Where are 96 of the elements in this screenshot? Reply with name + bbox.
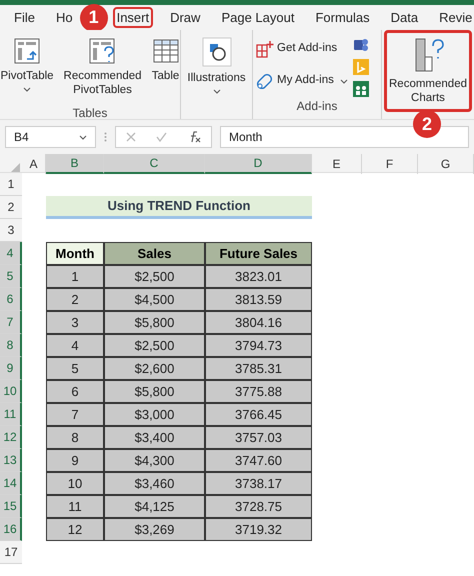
table-cell: $4,300: [104, 449, 205, 472]
add-ins-button[interactable]: Get Add-ins: [255, 36, 349, 62]
column-header[interactable]: D: [205, 154, 312, 174]
diagram-app-icon[interactable]: [352, 37, 369, 53]
row-header[interactable]: 14: [0, 472, 22, 495]
table-cell: 3: [46, 311, 104, 334]
table-cell: 11: [46, 495, 104, 518]
ribbon-tab[interactable]: Insert: [112, 7, 154, 28]
table-cell: 9: [46, 449, 104, 472]
ribbon-tab[interactable]: Revie: [435, 7, 474, 28]
row-header[interactable]: 8: [0, 334, 22, 357]
dropdown-caret-icon: [212, 89, 220, 94]
ribbon-tab[interactable]: File: [10, 7, 39, 28]
table-cell: 3738.17: [205, 472, 312, 495]
row-header[interactable]: 16: [0, 518, 22, 541]
table-header-cell: Future Sales: [205, 242, 312, 265]
row-header[interactable]: 13: [0, 449, 22, 472]
add-ins-button[interactable]: My Add-ins: [255, 68, 349, 94]
table-cell: 12: [46, 518, 104, 541]
column-header[interactable]: E: [312, 154, 362, 174]
table-cell: 3823.01: [205, 265, 312, 288]
ribbon-tab[interactable]: Ho: [52, 7, 77, 28]
ribbon-group-label: Tables: [72, 105, 108, 122]
table-cell: 3747.60: [205, 449, 312, 472]
title-cell: Using TREND Function: [46, 196, 312, 219]
ribbon-group-label: Add-ins: [296, 98, 338, 115]
row-header[interactable]: 2: [0, 196, 22, 219]
row-header[interactable]: 11: [0, 403, 22, 426]
people-app-icon[interactable]: [352, 81, 369, 97]
add-ins-shape-icon: [256, 72, 274, 90]
table-cell: 3794.73: [205, 334, 312, 357]
ribbon-button[interactable]: Recommended Charts: [384, 30, 472, 112]
column-header[interactable]: B: [46, 154, 104, 174]
table-cell: 8: [46, 426, 104, 449]
cancel-icon[interactable]: [126, 132, 136, 142]
step-number-badge: 1: [80, 4, 108, 32]
table-cell: $5,800: [104, 311, 205, 334]
ribbon-tab[interactable]: Formulas: [311, 7, 374, 28]
ribbon-button[interactable]: Illustrations: [182, 30, 251, 101]
table-cell: 3804.16: [205, 311, 312, 334]
row-header[interactable]: 3: [0, 219, 22, 242]
dropdown-caret-icon: [79, 134, 87, 140]
ribbon-button[interactable]: PivotTable: [0, 30, 59, 99]
row-header[interactable]: 12: [0, 426, 22, 449]
table-cell: $4,500: [104, 288, 205, 311]
shapes-icon: [202, 37, 232, 67]
pivot-table-icon: [13, 37, 42, 65]
row-header[interactable]: 17: [0, 541, 22, 564]
table-cell: $2,500: [104, 334, 205, 357]
table-cell: 3728.75: [205, 495, 312, 518]
table-cell: 5: [46, 357, 104, 380]
dropdown-caret-icon: [23, 87, 32, 92]
table-cell: 4: [46, 334, 104, 357]
table-header-cell: Sales: [104, 242, 205, 265]
name-box[interactable]: B4: [5, 126, 96, 148]
table-cell: $3,269: [104, 518, 205, 541]
table-cell: 3719.32: [205, 518, 312, 541]
check-icon[interactable]: [156, 132, 167, 142]
ribbon-tab[interactable]: Draw: [166, 7, 204, 28]
row-header[interactable]: 15: [0, 495, 22, 518]
table-cell: $2,600: [104, 357, 205, 380]
row-header[interactable]: 7: [0, 311, 22, 334]
table-cell: $3,400: [104, 426, 205, 449]
dropdown-caret-icon: [340, 78, 348, 84]
row-header[interactable]: 10: [0, 380, 22, 403]
ribbon-tab[interactable]: Data: [386, 7, 422, 28]
ribbon-tab[interactable]: Page Layout: [217, 7, 298, 28]
row-header[interactable]: 5: [0, 265, 22, 288]
table-cell: 7: [46, 403, 104, 426]
column-header[interactable]: C: [104, 154, 205, 174]
row-header[interactable]: 4: [0, 242, 22, 265]
column-header[interactable]: F: [362, 154, 418, 174]
drag-handle-icon: [104, 132, 107, 142]
table-cell: $3,460: [104, 472, 205, 495]
table-header-cell: Month: [46, 242, 104, 265]
ribbon-button[interactable]: Table: [146, 30, 185, 90]
table-cell: 10: [46, 472, 104, 495]
table-cell: $3,000: [104, 403, 205, 426]
search-app-icon[interactable]: [352, 59, 369, 75]
table-cell: 6: [46, 380, 104, 403]
table-cell: $2,500: [104, 265, 205, 288]
table-cell: 3785.31: [205, 357, 312, 380]
table-cell: 3766.45: [205, 403, 312, 426]
add-ins-grid-icon: [256, 40, 274, 58]
row-header[interactable]: 1: [0, 173, 22, 196]
row-header[interactable]: 6: [0, 288, 22, 311]
table-cell: 3757.03: [205, 426, 312, 449]
table-cell: $4,125: [104, 495, 205, 518]
table-cell: 1: [46, 265, 104, 288]
table-cell: 2: [46, 288, 104, 311]
ribbon-button[interactable]: Recommended PivotTables: [58, 30, 147, 104]
table-cell: 3813.59: [205, 288, 312, 311]
row-header[interactable]: 9: [0, 357, 22, 380]
table-cell: 3775.88: [205, 380, 312, 403]
table-cell: $5,800: [104, 380, 205, 403]
column-header[interactable]: G: [418, 154, 474, 174]
